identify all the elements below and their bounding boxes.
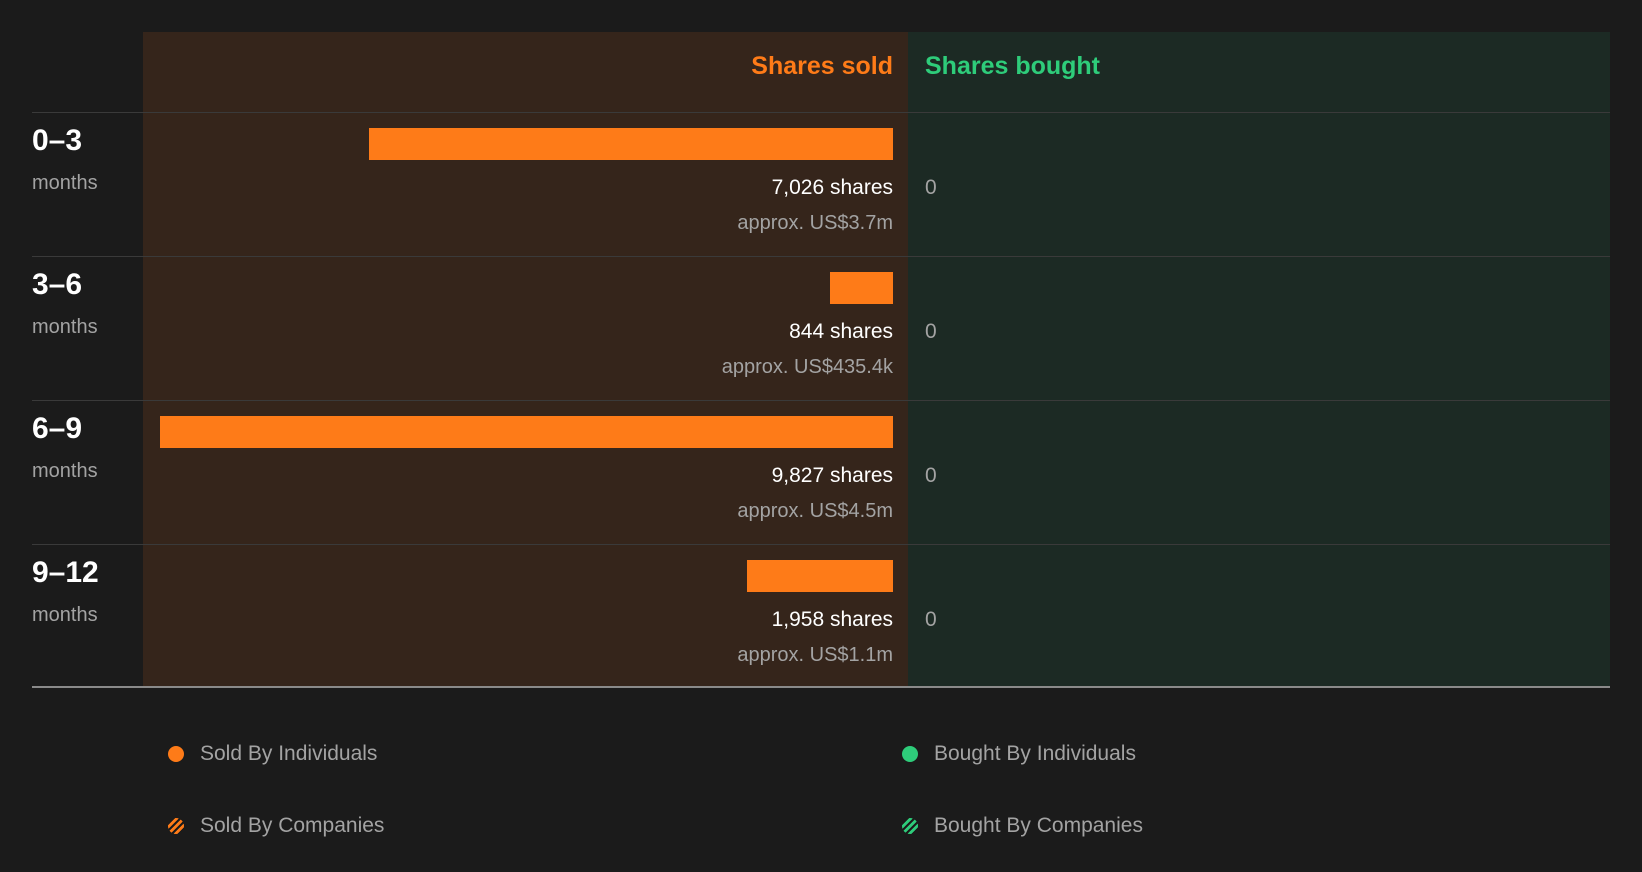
sold-bar (746, 560, 893, 592)
legend-label: Sold By Companies (200, 814, 385, 837)
legend-striped-swatch-icon (168, 818, 184, 834)
chart-baseline (32, 686, 1610, 688)
sold-shares-label: 1,958 shares (771, 608, 893, 631)
sold-value-label: approx. US$3.7m (737, 212, 893, 234)
legend-item: Bought By Individuals (902, 742, 1136, 766)
period-label: 3–6 (32, 268, 83, 301)
legend-dot-icon (168, 746, 184, 762)
period-unit: months (32, 460, 98, 482)
row-divider (32, 400, 1610, 401)
sold-bar (160, 416, 893, 448)
period-unit: months (32, 172, 98, 194)
sold-value-label: approx. US$4.5m (737, 500, 893, 522)
sold-shares-label: 844 shares (789, 320, 893, 343)
bought-shares-label: 0 (925, 176, 937, 199)
period-label: 9–12 (32, 556, 99, 589)
legend-label: Bought By Companies (934, 814, 1143, 837)
row-divider (32, 544, 1610, 545)
shares-bought-panel (908, 32, 1610, 686)
period-unit: months (32, 604, 98, 626)
legend-dot-icon (902, 746, 918, 762)
sold-value-label: approx. US$435.4k (721, 356, 893, 378)
period-label: 6–9 (32, 412, 83, 445)
shares-sold-header: Shares sold (751, 52, 893, 80)
row-divider (32, 256, 1610, 257)
bought-shares-label: 0 (925, 608, 937, 631)
legend-item: Bought By Companies (902, 814, 1143, 838)
period-unit: months (32, 316, 98, 338)
insider-trading-chart: Shares sold Shares bought 0–3 months 7,026… (0, 0, 1642, 872)
period-label: 0–3 (32, 124, 83, 157)
sold-shares-label: 9,827 shares (771, 464, 893, 487)
legend-item: Sold By Companies (168, 814, 384, 838)
sold-value-label: approx. US$1.1m (737, 644, 893, 666)
legend-label: Sold By Individuals (200, 742, 378, 765)
sold-bar (368, 128, 893, 160)
sold-shares-label: 7,026 shares (771, 176, 893, 199)
bought-shares-label: 0 (925, 320, 937, 343)
header-divider (32, 112, 1610, 113)
legend-striped-swatch-icon (902, 818, 918, 834)
legend-item: Sold By Individuals (168, 742, 377, 766)
shares-bought-header: Shares bought (925, 52, 1101, 80)
bought-shares-label: 0 (925, 464, 937, 487)
sold-bar (830, 272, 893, 304)
legend-label: Bought By Individuals (934, 742, 1136, 765)
